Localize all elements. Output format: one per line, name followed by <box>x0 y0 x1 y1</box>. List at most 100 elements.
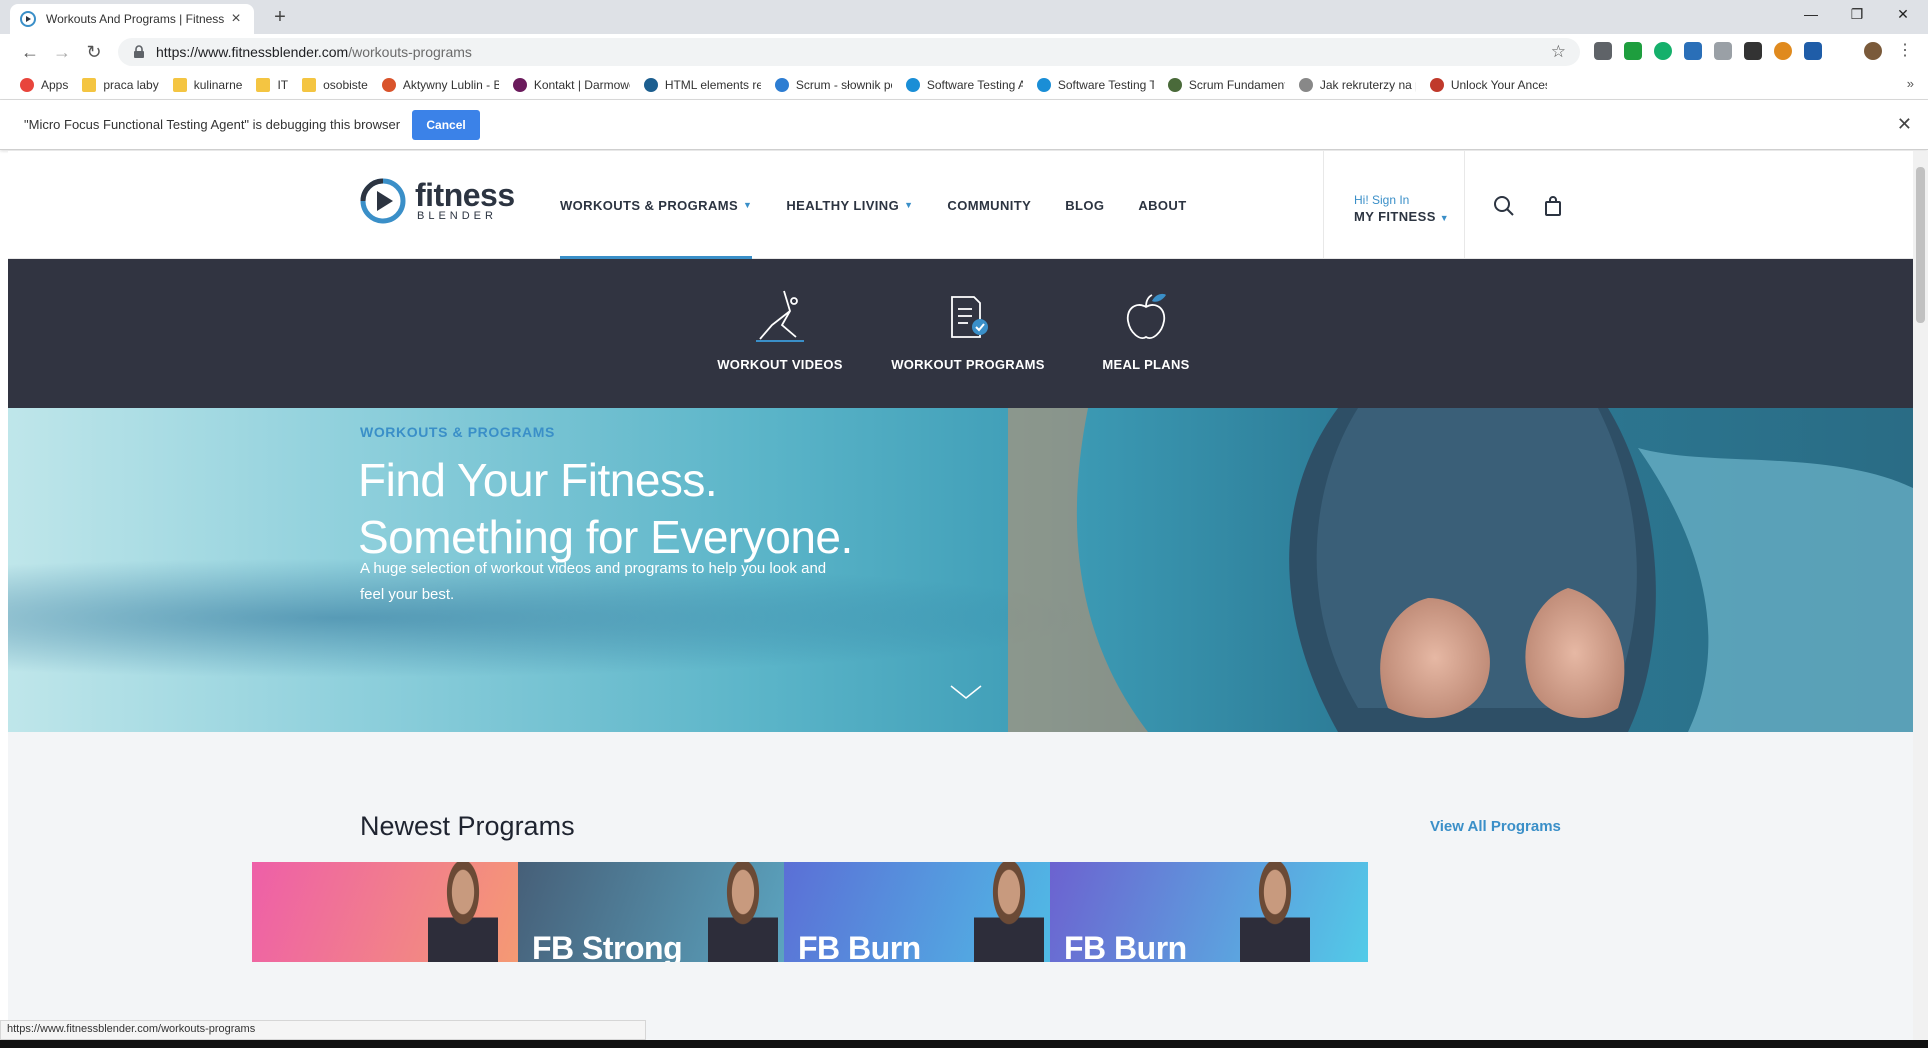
tab-title: Workouts And Programs | Fitness <box>46 12 225 26</box>
program-card[interactable]: FB Burn <box>1050 862 1368 962</box>
folder-icon <box>302 77 317 92</box>
nav-item[interactable]: WORKOUTS & PROGRAMS ▼ <box>560 151 753 259</box>
bookmark-label: osobiste <box>323 77 368 92</box>
logo-word-fitness: fitness <box>415 177 515 213</box>
bookmark-item[interactable]: IT <box>256 77 288 92</box>
bookmark-item[interactable]: kulinarne <box>172 77 243 92</box>
site-logo[interactable]: fitness BLENDER <box>359 177 515 225</box>
my-fitness-menu[interactable]: MY FITNESS ▼ <box>1354 209 1464 224</box>
sign-in-link[interactable]: Hi! Sign In <box>1354 193 1464 207</box>
subnav-label: WORKOUT VIDEOS <box>717 357 843 372</box>
scrollbar-thumb[interactable] <box>1916 167 1925 323</box>
cancel-debug-button[interactable]: Cancel <box>412 109 481 140</box>
bookmark-item[interactable]: Software Testing Arti <box>905 77 1023 92</box>
u-circle-icon <box>905 77 920 92</box>
tab-close-icon[interactable]: × <box>228 10 244 28</box>
nav-item-label: ABOUT <box>1138 197 1187 213</box>
subnav-workout-videos[interactable]: WORKOUT VIDEOS <box>710 259 850 408</box>
close-window-icon[interactable]: ✕ <box>1880 0 1926 30</box>
graduation-icon <box>643 77 658 92</box>
drive-extension-icon[interactable] <box>1804 42 1822 60</box>
bookmark-item[interactable]: osobiste <box>302 77 368 92</box>
chevron-down-icon[interactable] <box>949 682 983 702</box>
new-tab-icon[interactable]: + <box>268 6 292 30</box>
hero-image-shoe-sole <box>1008 408 1913 732</box>
infobar-close-icon[interactable]: ✕ <box>1897 114 1912 135</box>
minimize-icon[interactable]: — <box>1788 0 1834 30</box>
nav-item[interactable]: ABOUT <box>1138 151 1186 259</box>
bookmark-item[interactable]: Jak rekruterzy na poc <box>1298 77 1416 92</box>
debug-infobar: "Micro Focus Functional Testing Agent" i… <box>0 100 1928 150</box>
program-card-image <box>428 862 498 962</box>
bookmark-label: Aktywny Lublin - Bud <box>402 77 499 92</box>
bookmark-item[interactable]: Unlock Your Ancestry <box>1429 77 1547 92</box>
newest-programs-section: Newest Programs View All Programs FB Str… <box>8 732 1913 1040</box>
back-icon[interactable]: ← <box>18 40 42 64</box>
hero-banner: WORKOUTS & PROGRAMS Find Your Fitness. S… <box>8 408 1913 732</box>
program-card-image <box>708 862 778 962</box>
bookmark-item[interactable]: Aktywny Lublin - Bud <box>381 77 499 92</box>
checklist-icon <box>951 296 988 338</box>
bookmark-item[interactable]: HTML elements refer <box>643 77 761 92</box>
bookmark-label: Software Testing Too <box>1057 77 1154 92</box>
status-bar-url: https://www.fitnessblender.com/workouts-… <box>0 1020 646 1040</box>
program-card-title: FB Burn <box>798 930 921 962</box>
bookmark-label: Software Testing Arti <box>926 77 1023 92</box>
forward-icon[interactable]: → <box>50 40 74 64</box>
browser-menu-icon[interactable]: ⋮ <box>1896 42 1914 60</box>
shield-extension-icon[interactable] <box>1594 42 1612 60</box>
ancestry-icon <box>1429 77 1444 92</box>
gear-icon <box>1167 77 1182 92</box>
bookmark-label: Unlock Your Ancestry <box>1450 77 1547 92</box>
browser-tab[interactable]: Workouts And Programs | Fitness × <box>10 4 254 34</box>
nav-item-label: HEALTHY LIVING <box>786 197 900 213</box>
more-bookmarks-icon[interactable]: » <box>1907 76 1914 91</box>
nav-item[interactable]: HEALTHY LIVING ▼ <box>786 151 913 259</box>
search-icon[interactable] <box>1493 195 1515 217</box>
apps-grid-icon <box>20 77 34 92</box>
nav-item-label: COMMUNITY <box>947 197 1032 213</box>
os-taskbar <box>0 1040 1928 1048</box>
fitness-blender-favicon-icon <box>20 11 36 27</box>
subnav-meal-plans[interactable]: MEAL PLANS <box>1086 259 1206 408</box>
hero-headline: Find Your Fitness. Something for Everyon… <box>358 452 853 566</box>
shopping-bag-icon[interactable] <box>1542 195 1564 217</box>
green-extension-icon[interactable] <box>1624 42 1642 60</box>
bookmark-item[interactable]: Kontakt | Darmowe S <box>512 77 630 92</box>
section-title: Newest Programs <box>360 811 575 841</box>
url-path: /workouts-programs <box>348 44 472 60</box>
orange-extension-icon[interactable] <box>1774 42 1792 60</box>
bookmark-star-icon[interactable]: ☆ <box>1551 42 1566 62</box>
account-menu[interactable]: Hi! Sign In MY FITNESS ▼ <box>1323 151 1465 259</box>
program-card-title: FB Strong <box>532 930 683 962</box>
bookmark-item[interactable]: Apps <box>20 77 68 92</box>
profile-avatar[interactable] <box>1864 42 1882 60</box>
arrow-extension-icon[interactable] <box>1684 42 1702 60</box>
cloud-extension-icon[interactable] <box>1714 42 1732 60</box>
note-extension-icon[interactable] <box>1744 42 1762 60</box>
restore-icon[interactable]: ❐ <box>1834 0 1880 30</box>
lock-icon <box>134 45 144 58</box>
nav-item[interactable]: BLOG <box>1065 151 1104 259</box>
bookmark-label: Scrum Fundamentals <box>1188 77 1285 92</box>
bookmark-item[interactable]: Scrum Fundamentals <box>1167 77 1285 92</box>
address-bar[interactable]: https://www.fitnessblender.com/workouts-… <box>118 38 1580 66</box>
bookmark-label: kulinarne <box>193 77 243 92</box>
hero-headline-line1: Find Your Fitness. <box>358 454 718 506</box>
bookmark-label: HTML elements refer <box>664 77 761 92</box>
bookmark-label: Kontakt | Darmowe S <box>533 77 630 92</box>
debug-message: "Micro Focus Functional Testing Agent" i… <box>24 117 401 132</box>
reload-icon[interactable]: ↻ <box>82 40 106 64</box>
view-all-programs-link[interactable]: View All Programs <box>1430 818 1561 835</box>
grammarly-extension-icon[interactable] <box>1654 42 1672 60</box>
bookmark-item[interactable]: Scrum - słownik poję <box>774 77 892 92</box>
nav-item[interactable]: COMMUNITY <box>947 151 1031 259</box>
program-card-image <box>974 862 1044 962</box>
page-scrollbar[interactable] <box>1913 151 1928 1040</box>
u-circle-icon <box>1036 77 1051 92</box>
bookmark-item[interactable]: Software Testing Too <box>1036 77 1154 92</box>
subnav-workout-programs[interactable]: WORKOUT PROGRAMS <box>888 259 1048 408</box>
bookmark-item[interactable]: praca laby <box>82 77 159 92</box>
folder-icon <box>82 77 97 92</box>
3d-icon <box>512 77 527 92</box>
